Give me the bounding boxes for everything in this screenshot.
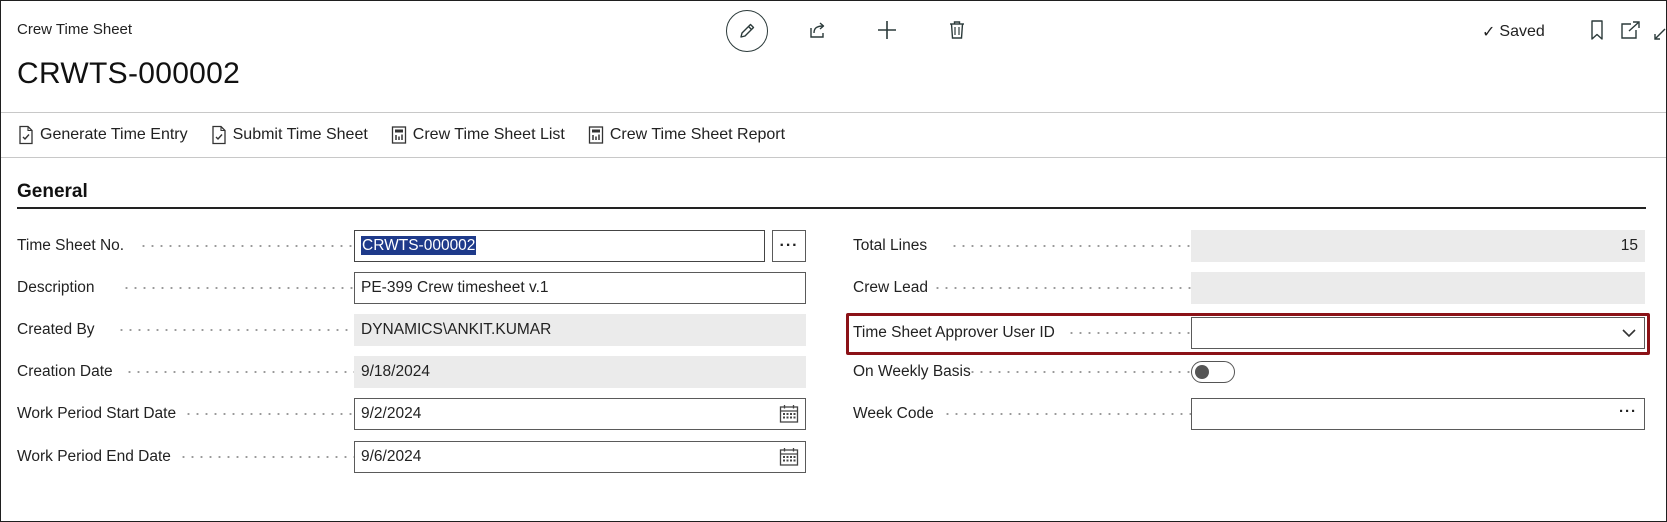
action-bar: Generate Time Entry Submit Time Sheet Cr… <box>17 125 807 145</box>
document-check-icon <box>19 125 33 145</box>
creation-date-field: 9/18/2024 <box>354 356 806 388</box>
saved-label: Saved <box>1499 23 1545 40</box>
week-code-assist-button[interactable]: ··· <box>1619 398 1637 428</box>
field-value: 9/6/2024 <box>361 448 422 465</box>
field-label: Creation Date <box>17 363 113 380</box>
on-weekly-basis-toggle[interactable] <box>1191 361 1235 383</box>
share-button[interactable] <box>804 17 830 43</box>
description-row: Description PE-399 Crew timesheet v.1 <box>17 272 812 304</box>
label-leader <box>184 413 361 415</box>
field-label: On Weekly Basis <box>853 363 971 380</box>
created-by-field: DYNAMICS\ANKIT.KUMAR <box>354 314 806 346</box>
work-period-start-input[interactable]: 9/2/2024 <box>354 398 806 430</box>
new-icon <box>878 21 896 39</box>
edit-icon <box>740 23 755 38</box>
action-label: Crew Time Sheet List <box>412 126 565 143</box>
crew-time-sheet-report-action[interactable]: Crew Time Sheet Report <box>587 125 785 145</box>
app-caption: Crew Time Sheet <box>17 21 133 38</box>
action-label: Crew Time Sheet Report <box>609 126 786 143</box>
field-label: Created By <box>17 321 95 338</box>
report-icon <box>391 126 406 144</box>
field-label: Time Sheet No. <box>17 237 125 254</box>
bookmark-icon <box>1591 20 1603 40</box>
week-code-row: Week Code ··· <box>853 398 1646 430</box>
record-title: CRWTS-000002 <box>17 57 241 90</box>
saved-status: ✓ Saved <box>1482 22 1545 42</box>
field-label: Total Lines <box>853 237 928 254</box>
submit-time-sheet-action[interactable]: Submit Time Sheet <box>210 125 368 145</box>
label-leader <box>139 245 361 247</box>
delete-icon <box>950 21 964 39</box>
popout-button[interactable] <box>1619 19 1643 41</box>
page-frame: Crew Time Sheet CRWTS-000002 ✓ Saved Gen… <box>0 0 1667 522</box>
label-leader <box>943 413 1233 415</box>
generate-time-entry-action[interactable]: Generate Time Entry <box>17 125 188 145</box>
label-leader <box>933 287 1233 289</box>
label-leader <box>125 371 361 373</box>
total-lines-row: Total Lines 15 <box>853 230 1646 262</box>
check-icon: ✓ <box>1482 24 1496 41</box>
label-leader <box>179 456 361 458</box>
time-sheet-no-row: Time Sheet No. CRWTS-000002 ··· <box>17 230 812 262</box>
new-button[interactable] <box>874 17 900 43</box>
created-by-row: Created By DYNAMICS\ANKIT.KUMAR <box>17 314 812 346</box>
label-leader <box>117 329 361 331</box>
field-value: 9/2/2024 <box>361 405 422 422</box>
calendar-icon[interactable] <box>779 404 799 424</box>
on-weekly-basis-row: On Weekly Basis <box>853 356 1646 388</box>
header-divider <box>1 112 1666 113</box>
section-rule <box>17 207 1646 209</box>
creation-date-row: Creation Date 9/18/2024 <box>17 356 812 388</box>
field-label: Crew Lead <box>853 279 928 296</box>
time-sheet-no-assist-button[interactable]: ··· <box>772 230 806 262</box>
action-bar-divider <box>1 157 1666 158</box>
bookmark-button[interactable] <box>1586 19 1608 41</box>
field-label: Work Period Start Date <box>17 405 177 422</box>
time-sheet-no-input[interactable]: CRWTS-000002 <box>354 230 765 262</box>
collapse-icon <box>1654 28 1666 40</box>
field-label: Work Period End Date <box>17 448 171 465</box>
share-icon <box>810 22 825 38</box>
work-period-end-input[interactable]: 9/6/2024 <box>354 441 806 473</box>
week-code-input[interactable] <box>1191 398 1645 430</box>
edit-button[interactable] <box>726 10 768 52</box>
work-period-end-row: Work Period End Date 9/6/2024 <box>17 441 812 473</box>
section-title[interactable]: General <box>17 181 88 203</box>
crew-lead-field <box>1191 272 1645 304</box>
action-label: Generate Time Entry <box>40 126 188 143</box>
document-check-icon <box>211 125 226 145</box>
work-period-start-row: Work Period Start Date 9/2/2024 <box>17 398 812 430</box>
crew-lead-row: Crew Lead <box>853 272 1646 304</box>
label-leader <box>122 287 361 289</box>
action-label: Submit Time Sheet <box>232 126 368 143</box>
toggle-knob <box>1195 365 1209 379</box>
selected-value: CRWTS-000002 <box>361 236 477 255</box>
field-label: Week Code <box>853 405 934 422</box>
calendar-icon[interactable] <box>779 447 799 467</box>
collapse-button[interactable] <box>1653 25 1666 41</box>
report-icon <box>588 126 604 144</box>
total-lines-field: 15 <box>1191 230 1645 262</box>
crew-time-sheet-list-action[interactable]: Crew Time Sheet List <box>390 125 565 145</box>
delete-button[interactable] <box>944 17 970 43</box>
popout-icon <box>1621 21 1640 39</box>
description-input[interactable]: PE-399 Crew timesheet v.1 <box>354 272 806 304</box>
field-label: Description <box>17 279 95 296</box>
highlight-box <box>846 313 1650 355</box>
